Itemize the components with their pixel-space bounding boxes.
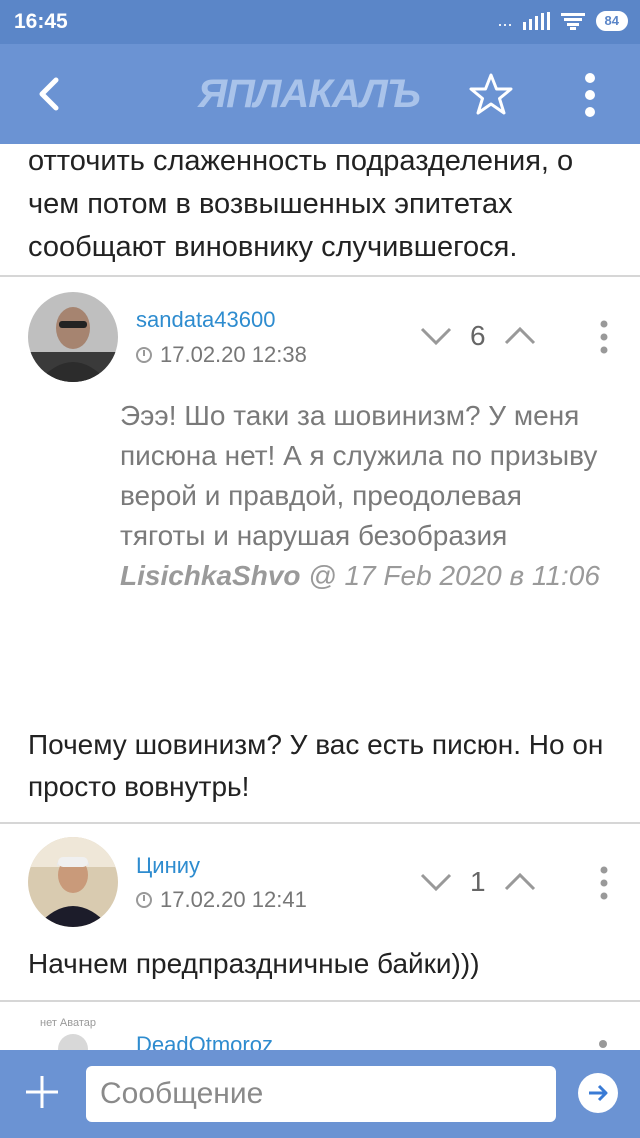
comment-datetime: 17.02.20 12:41 [136,887,307,913]
comment-username[interactable]: sandata43600 [136,307,275,333]
clock-icon [136,892,152,908]
vote-controls: 6 [420,320,536,352]
avatar-placeholder-label: нет Аватар [40,1017,97,1029]
comment-text: Почему шовинизм? У вас есть писюн. Но он… [28,729,604,802]
star-icon[interactable] [468,72,514,118]
attach-plus-icon[interactable] [22,1072,62,1112]
comment-menu-icon[interactable] [599,1040,607,1048]
avatar[interactable] [28,837,118,927]
back-arrow-icon[interactable] [28,72,72,116]
post-text-tail: отточить слаженность подразделения, о че… [28,145,574,263]
avatar[interactable] [28,292,118,382]
divider [0,822,640,824]
divider [0,275,640,277]
vote-up-icon[interactable] [504,326,536,346]
message-input[interactable] [86,1066,556,1122]
comment-quote: Эээ! Шо таки за шовинизм? У меня писюна … [120,396,600,596]
status-time: 16:45 [14,10,68,33]
vote-up-icon[interactable] [504,872,536,892]
wifi-icon [560,12,585,30]
vote-count: 1 [470,866,486,897]
vote-count: 6 [470,320,486,351]
app-bar: ЯПЛАКАЛЪ [0,44,640,144]
send-arrow-icon [589,1084,608,1102]
comment-text: Начнем предпраздничные байки))) [28,948,480,979]
more-menu-icon[interactable] [578,72,602,118]
comment-menu-icon[interactable] [599,320,609,354]
signal-icon [522,11,550,30]
comment-time: 17.02.20 12:41 [160,887,307,912]
comment-menu-icon[interactable] [599,866,609,900]
site-logo[interactable]: ЯПЛАКАЛЪ [198,72,421,117]
divider [0,1000,640,1002]
vote-controls: 1 [420,866,536,898]
vote-down-icon[interactable] [420,872,452,892]
vote-down-icon[interactable] [420,326,452,346]
status-bar: 16:45 ... 84 [0,0,640,44]
message-composer [0,1050,640,1138]
quote-meta: @ 17 Feb 2020 в 11:06 [300,560,600,591]
status-icons: ... 84 [498,10,628,31]
battery-indicator: 84 [595,10,628,31]
comment-time: 17.02.20 12:38 [160,342,307,367]
quote-author[interactable]: LisichkaShvo [120,560,301,591]
send-button[interactable] [578,1073,618,1113]
quote-text: Эээ! Шо таки за шовинизм? У меня писюна … [120,400,598,551]
clock-icon [136,347,152,363]
signal-dots: ... [497,10,513,30]
comment-datetime: 17.02.20 12:38 [136,342,307,368]
comment-username[interactable]: Циниу [136,853,200,879]
